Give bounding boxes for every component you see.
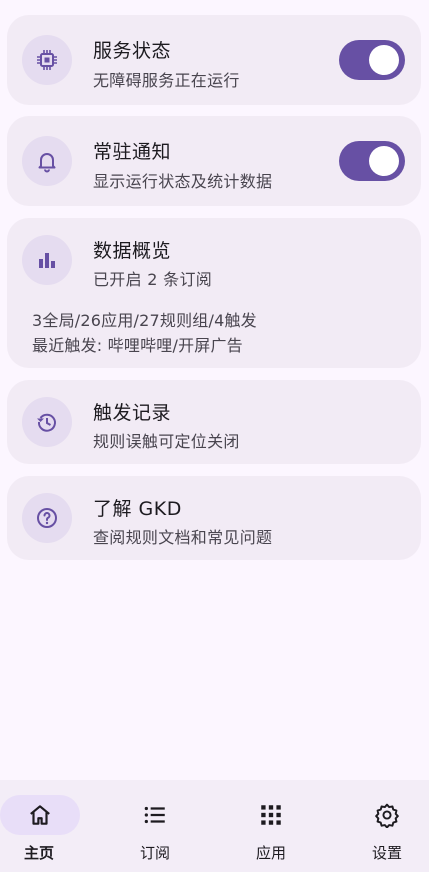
bell-icon-wrap (22, 136, 72, 186)
help-icon-wrap (22, 493, 72, 543)
service-status-subtitle: 无障碍服务正在运行 (93, 71, 240, 90)
notification-title: 常驻通知 (93, 141, 172, 163)
data-overview-subtitle: 已开启 2 条订阅 (93, 270, 213, 289)
help-circle-icon (37, 508, 57, 528)
nav-label-home: 主页 (23, 844, 54, 862)
notification-toggle[interactable] (339, 141, 405, 181)
history-icon-wrap (22, 397, 72, 447)
chip-icon-wrap (22, 35, 72, 85)
nav-label-apps: 应用 (255, 844, 286, 862)
notification-subtitle: 显示运行状态及统计数据 (93, 172, 273, 191)
service-status-card[interactable]: 服务状态 无障碍服务正在运行 (7, 15, 421, 105)
service-status-toggle[interactable] (339, 40, 405, 80)
about-gkd-card[interactable]: 了解 GKD 查阅规则文档和常见问题 (7, 476, 421, 560)
nav-item-home[interactable]: 主页 (0, 780, 107, 872)
bar-chart-icon (39, 253, 55, 268)
notification-card[interactable]: 常驻通知 显示运行状态及统计数据 (7, 116, 421, 206)
service-status-title: 服务状态 (93, 40, 172, 62)
about-gkd-title: 了解 GKD (93, 498, 182, 520)
data-overview-card[interactable]: 数据概览 已开启 2 条订阅 3全局/26应用/27规则组/4触发 最近触发: … (7, 218, 421, 368)
bell-icon (38, 153, 56, 173)
nav-item-apps[interactable]: 应用 (214, 780, 321, 872)
nav-item-subscriptions[interactable]: 订阅 (107, 780, 214, 872)
toggle-knob (369, 146, 399, 176)
bar-chart-icon-wrap (22, 235, 72, 285)
gear-icon (375, 803, 399, 828)
toggle-knob (369, 45, 399, 75)
about-gkd-subtitle: 查阅规则文档和常见问题 (93, 528, 273, 547)
history-icon (37, 413, 56, 432)
nav-label-settings: 设置 (371, 844, 402, 862)
chip-icon (37, 50, 57, 70)
nav-item-settings[interactable]: 设置 (321, 780, 428, 872)
trigger-records-subtitle: 规则误触可定位关闭 (93, 432, 240, 451)
list-icon (144, 806, 165, 824)
home-icon (30, 805, 50, 825)
bottom-navigation: 主页 订阅 应用 设置 (0, 780, 429, 872)
trigger-records-title: 触发记录 (93, 402, 172, 424)
data-overview-title: 数据概览 (93, 240, 172, 262)
nav-label-subscriptions: 订阅 (139, 844, 170, 862)
trigger-records-card[interactable]: 触发记录 规则误触可定位关闭 (7, 380, 421, 464)
rule-stats-text: 3全局/26应用/27规则组/4触发 (32, 311, 257, 330)
apps-grid-icon (261, 805, 281, 825)
last-trigger-text: 最近触发: 哔哩哔哩/开屏广告 (32, 336, 243, 355)
